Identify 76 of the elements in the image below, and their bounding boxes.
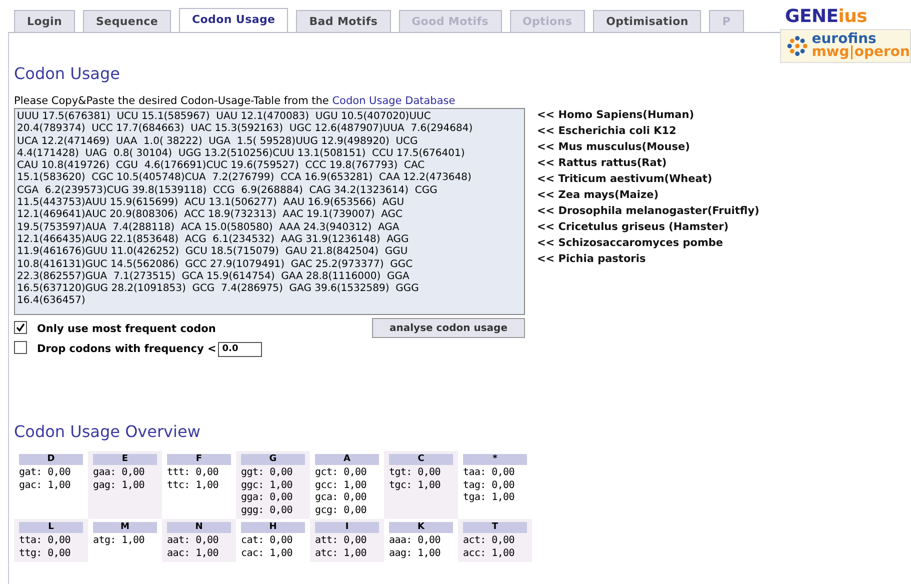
checkbox[interactable] [14,340,27,354]
organism-link[interactable]: << Rattus rattus(Rat) [537,155,760,171]
organism-link[interactable]: << Cricetulus griseus (Hamster) [537,219,760,235]
codon-frequency: aaa: 0,00 [389,535,442,548]
codon-frequency: ttt: 0,00 [167,467,220,480]
codon-frequency: att: 0,00 [315,535,368,548]
database-link[interactable]: Codon Usage Database [332,95,456,107]
codon-frequency: gac: 1,00 [19,480,72,492]
amino-acid-header: D [19,454,83,465]
codon-frequency: ttg: 0,00 [19,548,72,560]
codon-frequency: aat: 0,00 [167,535,220,548]
amino-acid-header: T [463,522,527,533]
organism-link[interactable]: << Schizosaccaromyces pombe [537,235,760,251]
amino-acid-header: I [315,522,379,533]
analyse-button[interactable]: analyse codon usage [372,318,525,338]
section-heading: Codon Usage [14,64,121,83]
codon-frequency: cac: 1,00 [241,548,294,560]
codon-frequency: ggg: 0,00 [241,504,294,517]
option-label: Drop codons with frequency < [37,343,216,355]
codon-frequency: tga: 1,00 [463,492,516,504]
organism-link[interactable]: << Drosophila melanogaster(Fruitfly) [537,203,760,219]
codon-frequency: taa: 0,00 [463,467,516,480]
tab[interactable]: Bad Motifs [296,10,391,32]
codon-frequency: tag: 0,00 [463,480,516,492]
codon-frequency: tta: 0,00 [19,535,72,548]
codon-frequency: ttc: 1,00 [167,480,220,492]
organism-link[interactable]: << Escherichia coli K12 [537,123,760,139]
division-name: mwg|operon [812,46,910,59]
codon-frequency: gcg: 0,00 [315,504,368,517]
organism-link[interactable]: << Mus musculus(Mouse) [537,139,760,155]
codon-frequency: cat: 0,00 [241,535,294,548]
codon-frequency: tgc: 1,00 [389,480,442,492]
amino-acid-header: F [167,454,231,465]
codon-frequency: gca: 0,00 [315,492,368,504]
codon-frequency: gat: 0,00 [19,467,72,480]
logo-text: GENEius [784,6,868,27]
amino-acid-header: G [241,454,305,465]
codon-frequency: gaa: 0,00 [93,467,146,480]
tab[interactable]: Login [14,10,76,32]
amino-acid-header: C [389,454,453,465]
tab[interactable]: Codon Usage [179,8,288,32]
amino-acid-header: * [463,454,527,465]
company-name: eurofins [812,33,876,46]
threshold-field[interactable]: 0.0 [218,342,262,356]
tab[interactable]: Optimisation [593,10,702,32]
codon-frequency: aag: 1,00 [389,548,442,560]
amino-acid-header: H [241,522,305,533]
instruction-text: Please Copy&Paste the desired Codon-Usage-Table from the Codon Usage Database [14,95,456,107]
organism-link[interactable]: << Triticum aestivum(Wheat) [537,171,760,187]
checkbox[interactable] [14,320,27,334]
codon-frequency: act: 0,00 [463,535,516,548]
codon-frequency: aac: 1,00 [167,548,220,560]
codon-table-field[interactable]: UUU 17.5(676381) UCU 15.1(585967) UAU 12.1(470083) UGU 10.5(407020)UUC 20.4(789374) UCC 17.7(684663) UAC 15.3(592163) UGC 12.6(487907)UUA 7.6(294684) UCA 12.2(471469) UAA 1.0( 38222) UGA 1.5( 59528)UUG 12.9(498920) UCG 4.4(171428) UAG 0.8( 30104) UGG 13.2(510256)CUU 13.1(508151) CCU 17.5(676401) CAU 10.8(419726) CGU 4.6(176691)CUC 19.6(759527) CCC 19.8(767793) CAC 15.1(583620) CGC 10.5(405748)CUA 7.2(276799) CCA 16.9(653281) CAA 12.2(473648) CGA 6.2(239573)CUG 39.8(1539118) CCG 6.9(268884) CAG 34.2(1323614) CGG 11.5(443753)AUU 15.9(615699) ACU 13.1(506277) AAU 16.9(653566) AGU 12.1(469641)AUC 20.9(808306) ACC 18.9(732313) AAC 19.1(739007) AGC 19.5(753597)AUA 7.4(288118) ACA 15.0(580580) AAA 24.3(940312) AGA 12.1(466435)AUG 22.1(853648) ACG 6.1(234532) AAG 31.9(1236148) AGG 11.9(461676)GUU 11.0(426252) GCU 18.5(715079) GAU 21.8(842504) GGU 10.8(416131)GUC 14.5(562086) GCC 27.9(1079491) GAC 25.2(973377) GGC 22.3(862557)GUA 7.1(273515) GCA 15.9(614754) GAA 28.8(1116000) GGA 16.5(637120)GUG 28.2(1091853) GCG 7.4(286975) GAG 39.6(1532589) GGG 16.4(636457) [14,108,525,315]
codon-frequency: atc: 1,00 [315,548,368,560]
codon-frequency: atg: 1,00 [93,535,146,548]
amino-acid-header: M [93,522,157,533]
dots-icon [787,35,808,57]
option-label: Only use most frequent codon [37,323,216,335]
codon-frequency: ggt: 0,00 [241,467,294,480]
codon-frequency: gag: 1,00 [93,480,146,492]
amino-acid-header: E [93,454,157,465]
amino-acid-header: N [167,522,231,533]
codon-frequency: gct: 0,00 [315,467,368,480]
tab[interactable]: Sequence [83,10,172,32]
codon-frequency: gcc: 1,00 [315,480,368,492]
amino-acid-header: L [19,522,83,533]
organism-link[interactable]: << Pichia pastoris [537,251,760,267]
codon-frequency: gga: 0,00 [241,492,294,504]
organism-link[interactable]: << Zea mays(Maize) [537,187,760,203]
codon-frequency: acc: 1,00 [463,548,516,560]
organism-link[interactable]: << Homo Sapiens(Human) [537,107,760,123]
amino-acid-header: K [389,522,453,533]
amino-acid-header: A [315,454,379,465]
section-heading: Codon Usage Overview [14,422,202,441]
codon-frequency: tgt: 0,00 [389,467,442,480]
codon-frequency: ggc: 1,00 [241,480,294,492]
